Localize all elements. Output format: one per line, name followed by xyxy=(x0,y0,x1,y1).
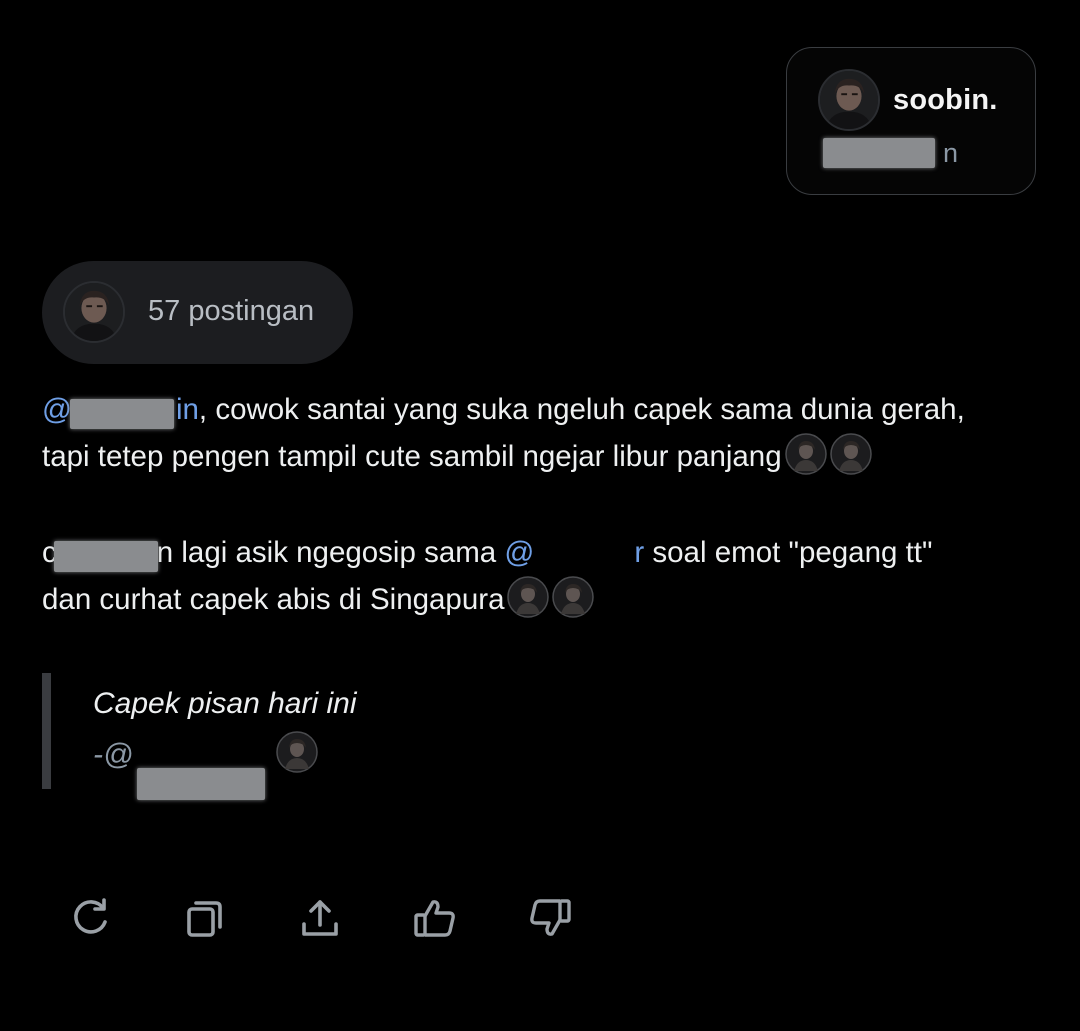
profile-handle-suffix: n xyxy=(943,138,959,168)
description-text: lagi asik ngegosip sama xyxy=(173,536,505,569)
quote-attribution-prefix: -@ xyxy=(93,738,134,771)
mention-prefix: @ xyxy=(42,393,72,426)
description-text: , cowok santai yang suka ngeluh capek sa… xyxy=(198,393,965,426)
copy-icon xyxy=(187,901,222,937)
mention-prefix: @ xyxy=(504,536,535,569)
avatar-emoji-icon xyxy=(552,576,594,618)
description-text: dan curhat capek abis di Singapura xyxy=(42,583,505,616)
posts-count-label: 57 postingan xyxy=(148,295,315,327)
posts-count-pill[interactable]: 57 postingan xyxy=(42,261,353,364)
quote-block: Capek pisan hari ini -@ xyxy=(42,673,642,800)
pill-avatar xyxy=(63,281,125,343)
share-button[interactable] xyxy=(292,890,348,946)
mention-link[interactable]: @ r xyxy=(504,530,644,576)
profile-handle: n xyxy=(819,138,958,169)
regenerate-button[interactable] xyxy=(62,890,118,946)
mention-suffix: r xyxy=(634,536,645,569)
redaction-box xyxy=(54,541,158,572)
mention-link[interactable]: @ in xyxy=(42,387,199,433)
thumbs-up-icon xyxy=(414,900,455,937)
avatar-emoji-icon xyxy=(830,433,872,475)
description-line: @ in, cowok santai yang suka ngeluh capek… xyxy=(42,387,1052,433)
avatar-emoji-icon xyxy=(276,731,318,773)
profile-card[interactable]: soobin. n xyxy=(786,47,1036,195)
quote-text: Capek pisan hari ini xyxy=(93,687,357,720)
description-line: dan curhat capek abis di Singapura xyxy=(42,576,1052,623)
redacted-name-suffix: n xyxy=(156,536,174,569)
description-line: cn lagi asik ngegosip sama @ r soal emot … xyxy=(42,530,1052,576)
refresh-icon xyxy=(74,898,107,934)
mention-suffix: in xyxy=(175,393,199,426)
quote-attribution[interactable]: -@ xyxy=(93,731,318,800)
description-line: tapi tetep pengen tampil cute sambil nge… xyxy=(42,433,1052,480)
description-paragraph-2: cn lagi asik ngegosip sama @ r soal emot … xyxy=(42,530,1052,623)
profile-name: soobin. xyxy=(893,84,998,116)
avatar-emoji-icon xyxy=(785,433,827,475)
description-paragraph-1: @ in, cowok santai yang suka ngeluh capek… xyxy=(42,387,1052,480)
copy-button[interactable] xyxy=(176,890,232,946)
thumbs-down-icon xyxy=(530,899,571,936)
description-text: tapi tetep pengen tampil cute sambil nge… xyxy=(42,440,782,473)
thumbs-down-button[interactable] xyxy=(522,890,578,946)
profile-avatar xyxy=(818,69,880,131)
description-text: soal emot "pegang tt" xyxy=(644,536,933,569)
avatar-emoji-icon xyxy=(507,576,549,618)
thumbs-up-button[interactable] xyxy=(407,890,463,946)
redacted-name: cn xyxy=(42,530,173,576)
share-icon xyxy=(302,900,338,936)
redaction-box xyxy=(137,768,266,800)
redaction-box xyxy=(823,138,935,168)
redaction-box xyxy=(70,399,174,429)
